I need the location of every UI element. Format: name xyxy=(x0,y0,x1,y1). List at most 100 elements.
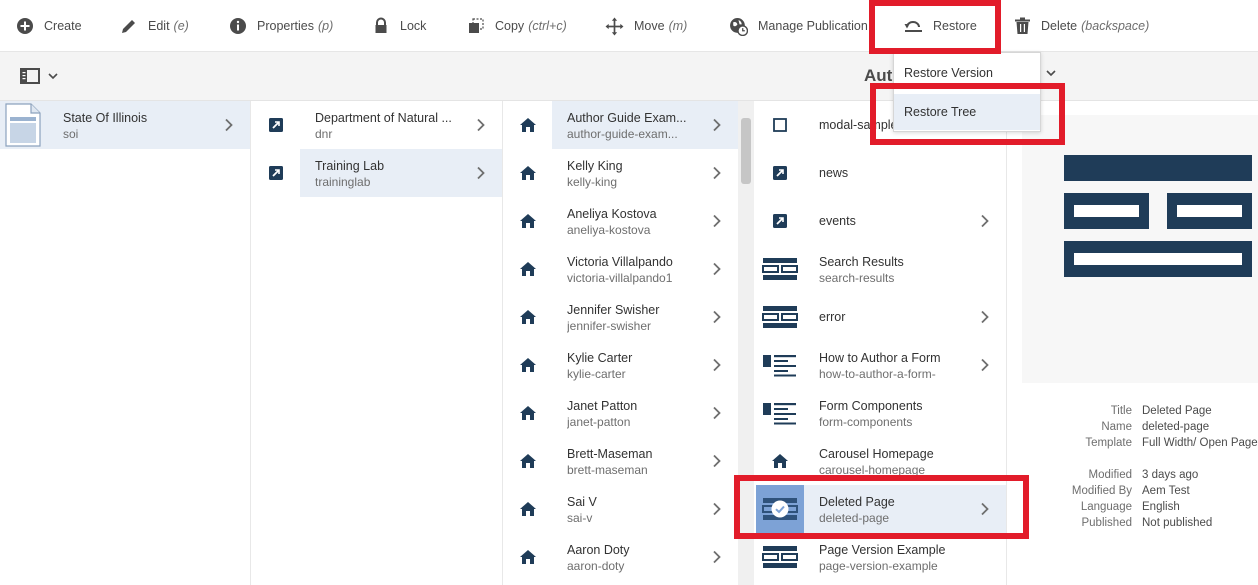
edit-label: Edit xyxy=(148,19,170,33)
item-name: carousel-homepage xyxy=(819,463,926,477)
chevron-right-icon[interactable] xyxy=(980,310,990,324)
chevron-right-icon[interactable] xyxy=(712,358,722,372)
item-thumbnail[interactable] xyxy=(504,293,552,341)
item-name: dnr xyxy=(315,127,333,141)
chevron-right-icon[interactable] xyxy=(224,118,234,132)
home-icon xyxy=(520,454,536,468)
item-thumbnail[interactable] xyxy=(756,197,804,245)
chevron-right-icon[interactable] xyxy=(712,502,722,516)
item-thumbnail[interactable] xyxy=(504,437,552,485)
column-item[interactable]: Sai V sai-v xyxy=(504,485,738,533)
item-thumbnail[interactable] xyxy=(756,101,804,149)
chevron-right-icon[interactable] xyxy=(980,358,990,372)
restore-tree-item[interactable]: Restore Tree xyxy=(894,94,1040,130)
meta-key: Language xyxy=(1080,501,1132,513)
column-item[interactable]: Aneliya Kostova aneliya-kostova xyxy=(504,197,738,245)
scrollbar-thumb[interactable] xyxy=(741,118,751,184)
column-item[interactable]: news xyxy=(756,149,1006,197)
column-item[interactable]: Department of Natural ... dnr xyxy=(252,101,502,149)
selected-thumbnail[interactable] xyxy=(756,485,804,533)
column-1: State Of Illinois soi xyxy=(0,101,251,585)
chevron-right-icon[interactable] xyxy=(712,262,722,276)
item-thumbnail[interactable] xyxy=(756,533,804,581)
column-item[interactable]: Page Version Example page-version-example xyxy=(756,533,1006,581)
rail-toggle-button[interactable] xyxy=(20,68,59,84)
lock-button[interactable]: Lock xyxy=(372,0,426,52)
item-thumbnail[interactable] xyxy=(252,149,300,197)
item-name: aaron-doty xyxy=(567,559,625,573)
link-icon xyxy=(773,166,787,180)
chevron-right-icon[interactable] xyxy=(980,214,990,228)
column-item[interactable]: Carousel Homepage carousel-homepage xyxy=(756,437,1006,485)
edit-button[interactable]: Edit (e) xyxy=(120,0,189,52)
column-item[interactable]: Kylie Carter kylie-carter xyxy=(504,341,738,389)
column-item[interactable]: Search Results search-results xyxy=(756,245,1006,293)
column-item[interactable]: Victoria Villalpando victoria-villalpando… xyxy=(504,245,738,293)
column-item[interactable]: Kelly King kelly-king xyxy=(504,149,738,197)
column-item[interactable]: State Of Illinois soi xyxy=(0,101,250,149)
item-thumbnail[interactable] xyxy=(252,101,300,149)
move-button[interactable]: Move (m) xyxy=(605,0,687,52)
copy-shortcut: (ctrl+c) xyxy=(528,19,567,33)
item-thumbnail[interactable] xyxy=(504,245,552,293)
item-thumbnail[interactable] xyxy=(756,437,804,485)
chevron-right-icon[interactable] xyxy=(712,214,722,228)
create-button[interactable]: Create xyxy=(16,0,82,52)
item-title: Sai V xyxy=(567,495,597,509)
item-thumbnail[interactable] xyxy=(504,149,552,197)
item-title: Janet Patton xyxy=(567,399,638,413)
layout-icon xyxy=(762,306,798,328)
manage-publication-button[interactable]: Manage Publication xyxy=(729,0,868,52)
item-thumbnail[interactable] xyxy=(504,389,552,437)
item-thumbnail[interactable] xyxy=(756,293,804,341)
restore-button[interactable]: Restore xyxy=(904,0,977,52)
column-item[interactable]: Training Lab traininglab xyxy=(252,149,502,197)
properties-button[interactable]: Properties (p) xyxy=(229,0,333,52)
column-item[interactable]: Form Components form-components xyxy=(756,389,1006,437)
item-thumbnail[interactable] xyxy=(756,389,804,437)
column-item[interactable]: Deleted Page deleted-page xyxy=(756,485,1006,533)
chevron-right-icon[interactable] xyxy=(476,118,486,132)
item-name: janet-patton xyxy=(567,415,631,429)
column-item[interactable]: How to Author a Form how-to-author-a-form… xyxy=(756,341,1006,389)
item-thumbnail[interactable] xyxy=(756,245,804,293)
chevron-right-icon[interactable] xyxy=(980,502,990,516)
chevron-right-icon[interactable] xyxy=(712,550,722,564)
delete-button[interactable]: Delete (backspace) xyxy=(1014,0,1149,52)
copy-button[interactable]: Copy (ctrl+c) xyxy=(467,0,567,52)
restore-version-item[interactable]: Restore Version xyxy=(894,55,1040,91)
item-thumbnail[interactable] xyxy=(504,101,552,149)
item-thumbnail[interactable] xyxy=(756,149,804,197)
chevron-right-icon[interactable] xyxy=(712,406,722,420)
item-name: search-results xyxy=(819,271,895,285)
column-4: modal-sample news events Search Results sear… xyxy=(756,101,1007,585)
chevron-right-icon[interactable] xyxy=(712,118,722,132)
column-item[interactable]: Janet Patton janet-patton xyxy=(504,389,738,437)
item-thumbnail[interactable] xyxy=(504,533,552,581)
layout-icon xyxy=(762,546,798,568)
meta-key: Name xyxy=(1101,421,1132,433)
column-item[interactable]: Brett-Maseman brett-maseman xyxy=(504,437,738,485)
item-thumbnail[interactable] xyxy=(504,485,552,533)
chevron-right-icon[interactable] xyxy=(712,454,722,468)
chevron-right-icon[interactable] xyxy=(712,310,722,324)
column-item[interactable]: Jennifer Swisher jennifer-swisher xyxy=(504,293,738,341)
item-thumbnail[interactable] xyxy=(504,197,552,245)
item-name: sai-v xyxy=(567,511,593,525)
title-chevron-down-icon[interactable] xyxy=(1045,68,1057,78)
column-item[interactable]: Aaron Doty aaron-doty xyxy=(504,533,738,581)
column-3-scrollbar[interactable] xyxy=(738,101,754,585)
item-thumbnail[interactable] xyxy=(504,341,552,389)
column-item[interactable]: Author Guide Exam... author-guide-exam... xyxy=(504,101,738,149)
item-thumbnail[interactable] xyxy=(756,341,804,389)
delete-label: Delete xyxy=(1041,19,1078,33)
item-title: Aneliya Kostova xyxy=(567,207,657,221)
item-title: events xyxy=(819,214,856,228)
item-title: Aaron Doty xyxy=(567,543,630,557)
chevron-right-icon[interactable] xyxy=(712,166,722,180)
chevron-right-icon[interactable] xyxy=(476,166,486,180)
pencil-icon xyxy=(122,20,135,33)
column-item[interactable]: events xyxy=(756,197,1006,245)
delete-shortcut: (backspace) xyxy=(1081,19,1150,33)
column-item[interactable]: error xyxy=(756,293,1006,341)
